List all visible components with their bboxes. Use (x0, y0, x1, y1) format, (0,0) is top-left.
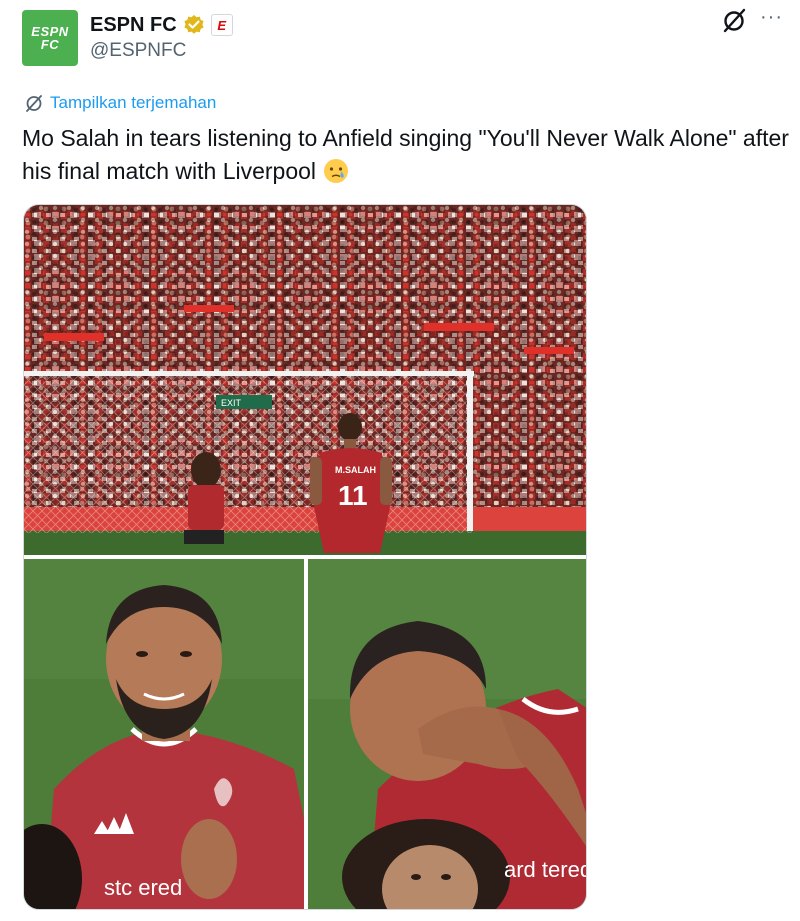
exit-sign-text: EXIT (221, 398, 242, 408)
grok-icon[interactable] (720, 6, 748, 34)
translate-label: Tampilkan terjemahan (50, 93, 217, 112)
more-options-button[interactable]: ··· (760, 6, 800, 34)
verified-badge-icon (184, 15, 204, 34)
shirt-name-text: M.SALAH (335, 465, 376, 475)
name-row: ESPN FC E (90, 12, 233, 38)
media-grid: EXIT M.SALAH 11 stc ered ard tered (23, 204, 587, 910)
tweet-body: Mo Salah in tears listening to Anfield s… (22, 125, 789, 184)
photo-salah-in-tears[interactable]: ard tered (308, 559, 587, 909)
photo-salah-at-goal[interactable]: EXIT M.SALAH 11 (24, 205, 586, 555)
tweet-header: ESPN FC ESPN FC E @ESPNFC (22, 10, 782, 70)
account-avatar[interactable]: ESPN FC (22, 10, 78, 66)
translate-link[interactable]: Tampilkan terjemahan (24, 93, 216, 113)
translate-icon (26, 95, 42, 112)
affiliate-badge-icon[interactable]: E (210, 14, 233, 36)
photo-salah-smiling[interactable]: stc ered (24, 559, 304, 909)
display-name[interactable]: ESPN FC (90, 14, 177, 37)
tweet-text: Mo Salah in tears listening to Anfield s… (22, 122, 792, 188)
crying-face-emoji-icon (324, 159, 349, 183)
shirt-number-text: 11 (338, 480, 368, 511)
avatar-line-2: FC (40, 37, 60, 52)
sponsor-text-right: ard tered (504, 857, 587, 882)
account-handle[interactable]: @ESPNFC (90, 40, 186, 62)
sponsor-text-left: stc ered (104, 875, 182, 900)
